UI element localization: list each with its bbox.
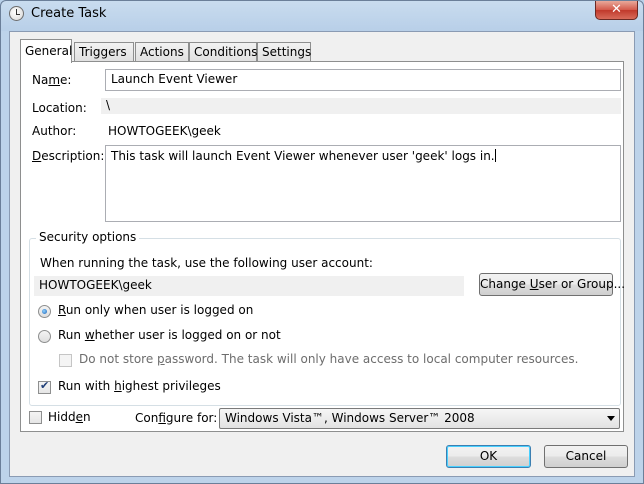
location-value: \ — [101, 98, 621, 114]
configure-for-label: Configure for: — [135, 411, 218, 425]
close-button[interactable]: ✕ — [595, 1, 638, 20]
configure-for-value: Windows Vista™, Windows Server™ 2008 — [225, 411, 475, 425]
author-value: HOWTOGEEK\geek — [108, 124, 221, 138]
author-label: Author: — [32, 124, 77, 138]
security-options-title: Security options — [36, 230, 140, 244]
name-label: Name: — [32, 73, 72, 87]
location-label: Location: — [32, 101, 87, 115]
change-user-or-group-button[interactable]: Change User or Group... — [479, 273, 625, 296]
name-input[interactable]: Launch Event Viewer — [105, 69, 621, 91]
cancel-button[interactable]: Cancel — [544, 445, 628, 468]
run-only-logged-on-label[interactable]: Run only when user is logged on — [58, 303, 253, 317]
chevron-down-icon — [607, 416, 615, 421]
tab-settings[interactable]: Settings — [257, 42, 311, 62]
user-account-value: HOWTOGEEK\geek — [34, 276, 464, 296]
security-options-group: Security options When running the task, … — [29, 230, 625, 406]
run-with-highest-privileges-label[interactable]: Run with highest privileges — [58, 379, 221, 393]
tab-general[interactable]: General — [20, 39, 72, 63]
do-not-store-password-label: Do not store password. The task will onl… — [79, 352, 579, 366]
run-with-highest-privileges-checkbox[interactable] — [38, 379, 51, 394]
run-only-logged-on-radio[interactable] — [38, 305, 51, 318]
run-whether-logged-on-label[interactable]: Run whether user is logged on or not — [58, 328, 281, 342]
hidden-label[interactable]: Hidden — [48, 410, 91, 424]
task-scheduler-icon — [9, 6, 24, 21]
title-bar[interactable]: Create Task ✕ — [1, 1, 643, 27]
window-title: Create Task — [31, 6, 107, 21]
configure-for-select[interactable]: Windows Vista™, Windows Server™ 2008 — [219, 408, 620, 429]
hidden-checkbox[interactable] — [29, 411, 42, 424]
create-task-window: Create Task ✕ General Triggers Actions C… — [0, 0, 644, 484]
dialog-client-area: General Triggers Actions Conditions Sett… — [9, 31, 635, 477]
do-not-store-password-checkbox[interactable] — [59, 354, 72, 367]
tab-triggers[interactable]: Triggers — [74, 42, 134, 62]
description-textarea[interactable]: This task will launch Event Viewer whene… — [105, 145, 621, 222]
ok-button[interactable]: OK — [446, 445, 531, 468]
account-prompt: When running the task, use the following… — [40, 256, 373, 270]
run-whether-logged-on-radio[interactable] — [38, 330, 51, 343]
tab-conditions[interactable]: Conditions — [189, 42, 258, 62]
tab-actions[interactable]: Actions — [135, 42, 189, 62]
description-label: Description: — [32, 149, 105, 163]
text-caret — [494, 149, 496, 162]
general-tab-panel: Name: Launch Event Viewer Location: \ Au… — [20, 61, 625, 432]
